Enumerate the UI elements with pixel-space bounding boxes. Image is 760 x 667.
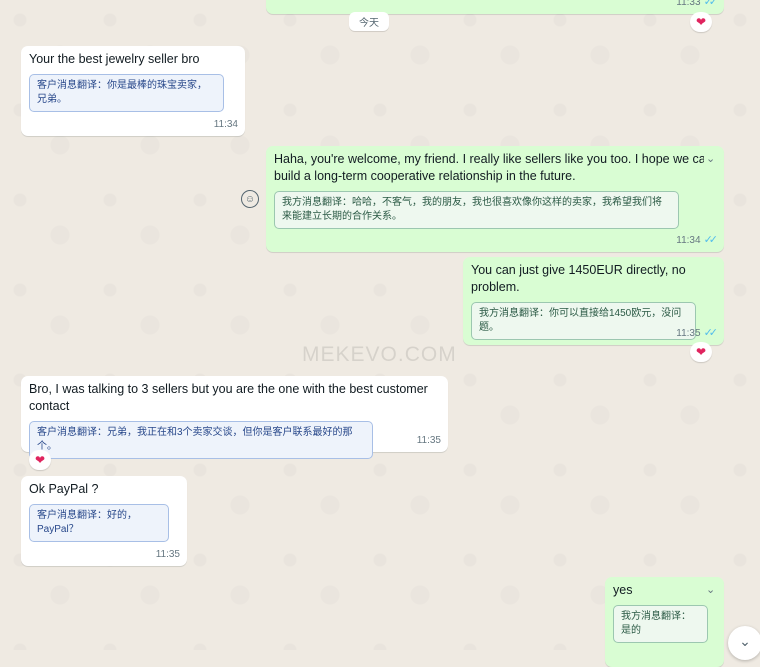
translation-box: 客户消息翻译：兄弟，我正在和3个卖家交谈，但你是客户联系最好的那个。 [29,421,373,459]
translation-box: 客户消息翻译：你是最棒的珠宝卖家，兄弟。 [29,74,224,112]
translation-text: 我方消息翻译：哈哈，不客气，我的朋友，我也很喜欢像你这样的卖家，我希望我们将来能… [282,197,662,222]
message-bubble-incoming[interactable]: Your the best jewelry seller bro 客户消息翻译：… [21,46,245,136]
message-bubble-incoming[interactable]: Bro, I was talking to 3 sellers but you … [21,376,448,459]
message-bubble-outgoing[interactable]: Haha, you're welcome, my friend. I reall… [266,146,724,252]
message-time: 11:34 [676,235,701,246]
date-separator: 今天 [349,12,389,31]
translation-box: 我方消息翻译：你可以直接给1450欧元，没问题。 [471,302,696,340]
message-meta: 11:35 [156,546,180,563]
message-time: 11:35 [416,435,441,446]
message-text: Bro, I was talking to 3 sellers but you … [29,382,428,413]
message-time: 11:34 [213,119,238,130]
message-text: yes [613,583,633,597]
message-meta: 11:33 ✓✓ [676,0,719,11]
message-meta: 11:35 [417,432,441,449]
watermark: MEKEVO.COM [302,343,457,366]
message-bubble-incoming[interactable]: Ok PayPal ? 客户消息翻译：好的，PayPal？ 11:35 [21,476,187,566]
chevron-down-icon[interactable]: ⌄ [704,152,718,165]
read-ticks-icon: ✓✓ [703,234,719,246]
heart-reaction-icon[interactable]: ❤ [690,342,712,362]
message-text: You can just give 1450EUR directly, no p… [471,263,686,294]
translation-text: 客户消息翻译：好的，PayPal？ [37,510,137,535]
message-meta: 11:34 ✓✓ [676,232,719,249]
translation-box: 客户消息翻译：好的，PayPal？ [29,504,169,542]
message-time: 11:33 [676,0,701,8]
message-meta: 11:34 [214,116,238,133]
message-text: Haha, you're welcome, my friend. I reall… [274,152,713,183]
emoji-reaction-icon[interactable]: ☺ [241,190,259,208]
message-bubble-outgoing[interactable]: You can just give 1450EUR directly, no p… [463,257,724,345]
message-bubble-partial[interactable]: 11:33 ✓✓ [266,0,724,14]
translation-box: 我方消息翻译：是的 [613,605,708,643]
heart-reaction-icon[interactable]: ❤ [690,12,712,32]
message-time: 11:35 [676,328,701,339]
message-text: Ok PayPal ? [29,482,99,496]
read-ticks-icon: ✓✓ [703,327,719,339]
chevron-down-icon: ⌄ [739,633,751,649]
message-text: Your the best jewelry seller bro [29,52,200,66]
message-time: 11:35 [155,549,180,560]
read-ticks-icon: ✓✓ [703,0,719,8]
translation-box: 我方消息翻译：哈哈，不客气，我的朋友，我也很喜欢像你这样的卖家，我希望我们将来能… [274,191,679,229]
message-meta: 11:35 ✓✓ [676,325,719,342]
translation-text: 我方消息翻译：你可以直接给1450欧元，没问题。 [479,308,682,333]
translation-text: 我方消息翻译：是的 [621,611,691,636]
translation-text: 客户消息翻译：你是最棒的珠宝卖家，兄弟。 [37,80,207,105]
translation-text: 客户消息翻译：兄弟，我正在和3个卖家交谈，但你是客户联系最好的那个。 [37,427,353,452]
heart-reaction-icon[interactable]: ❤ [29,450,51,470]
scroll-to-bottom-button[interactable]: ⌄ [728,626,760,660]
chevron-down-icon[interactable]: ⌄ [704,583,718,596]
